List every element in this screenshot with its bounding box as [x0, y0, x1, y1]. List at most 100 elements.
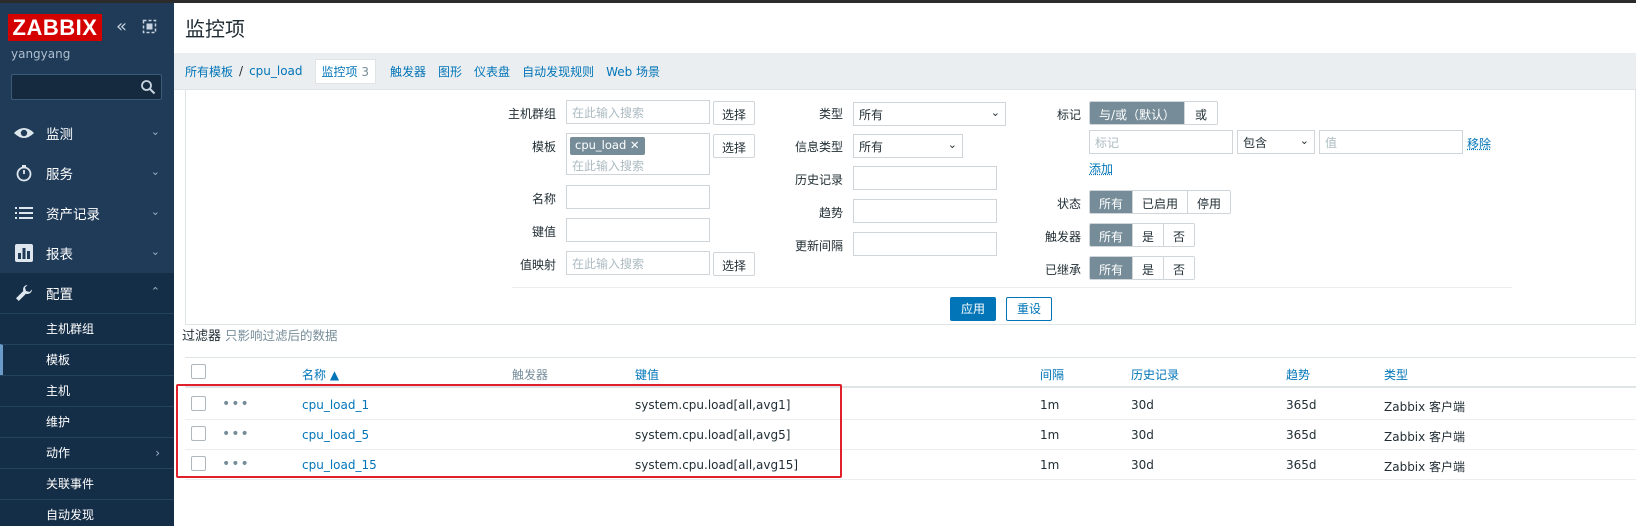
more-options-icon[interactable]: •••: [222, 456, 250, 472]
item-name-link[interactable]: cpu_load_1: [302, 398, 369, 412]
state-option-all[interactable]: 所有: [1090, 191, 1132, 213]
tab-items[interactable]: 监控项 3: [315, 59, 376, 84]
key-label: 键值: [476, 223, 556, 240]
submenu-item-templates[interactable]: 模板: [0, 344, 174, 375]
template-label: 模板: [476, 138, 556, 155]
tag-value-input[interactable]: 值: [1319, 130, 1463, 154]
chevron-down-icon: ⌄: [151, 205, 160, 218]
tags-or-option[interactable]: 或: [1184, 102, 1217, 124]
submenu-label: 动作: [46, 446, 70, 460]
main-menu: 监测 ⌄ 服务 ⌄ 资产记录 ⌄ 报表 ⌄ 配置 ⌃ 主机群组 模板 主机 维护…: [0, 113, 174, 526]
zabbix-logo[interactable]: ZABBIX: [8, 14, 102, 41]
item-history: 30d: [1131, 458, 1154, 472]
tags-evaltype-toggle[interactable]: 与/或（默认） 或: [1089, 101, 1218, 125]
tab-discovery-rules[interactable]: 自动发现规则: [522, 63, 594, 80]
more-options-icon[interactable]: •••: [222, 396, 250, 412]
breadcrumb: 所有模板 / cpu_load 监控项 3 触发器 图形 仪表盘 自动发现规则 …: [174, 53, 1636, 90]
main-content: 监控项 所有模板 / cpu_load 监控项 3 触发器 图形 仪表盘 自动发…: [174, 3, 1636, 526]
filter-caption-label: 过滤器: [182, 329, 221, 344]
table-row: ••• cpu_load_5 system.cpu.load[all,avg5]…: [185, 420, 1636, 450]
state-option-disabled[interactable]: 停用: [1187, 191, 1230, 213]
template-select-button[interactable]: 选择: [713, 134, 755, 158]
tag-operator-select[interactable]: 包含 ⌄: [1237, 130, 1315, 154]
inherited-toggle[interactable]: 所有 是 否: [1089, 256, 1195, 280]
items-table: 名称 ▲ 触发器 键值 间隔 历史记录 趋势 类型 ••• cpu_load_1…: [185, 357, 1636, 526]
history-input[interactable]: [853, 166, 997, 190]
template-tag[interactable]: cpu_load ✕: [570, 137, 645, 155]
trends-input[interactable]: [853, 199, 997, 223]
menu-item-services[interactable]: 服务 ⌄: [0, 153, 174, 193]
valuemap-select-button[interactable]: 选择: [713, 252, 755, 276]
submenu-item-maintenance[interactable]: 维护: [0, 406, 174, 437]
template-multiselect[interactable]: cpu_load ✕ 在此输入搜索: [566, 133, 710, 175]
state-option-enabled[interactable]: 已启用: [1132, 191, 1187, 213]
menu-item-inventory[interactable]: 资产记录 ⌄: [0, 193, 174, 233]
menu-item-configuration[interactable]: 配置 ⌃: [0, 273, 174, 313]
kiosk-mode-icon[interactable]: [142, 19, 157, 34]
stopwatch-icon: [12, 162, 36, 184]
row-checkbox[interactable]: [191, 426, 206, 441]
sidebar: ZABBIX « yangyang 监测 ⌄ 服务 ⌄ 资产记录 ⌄ 报表 ⌄ …: [0, 3, 174, 526]
valuemap-input[interactable]: 在此输入搜索: [566, 251, 710, 275]
host-group-select-button[interactable]: 选择: [713, 101, 755, 125]
inherited-label: 已继承: [1001, 261, 1081, 278]
interval-input[interactable]: [853, 232, 997, 256]
trigger-toggle[interactable]: 所有 是 否: [1089, 223, 1195, 247]
submenu-item-host-groups[interactable]: 主机群组: [0, 313, 174, 344]
more-options-icon[interactable]: •••: [222, 426, 250, 442]
row-checkbox[interactable]: [191, 396, 206, 411]
breadcrumb-all-templates[interactable]: 所有模板: [185, 63, 233, 80]
type-select[interactable]: 所有 ⌄: [853, 102, 1006, 126]
key-input[interactable]: [566, 218, 710, 242]
tag-add-link[interactable]: 添加: [1089, 160, 1113, 177]
apply-button[interactable]: 应用: [950, 297, 996, 321]
state-toggle[interactable]: 所有 已启用 停用: [1089, 190, 1231, 214]
column-header-key[interactable]: 键值: [635, 366, 659, 383]
submenu-item-actions[interactable]: 动作 ›: [0, 437, 174, 468]
menu-item-reports[interactable]: 报表 ⌄: [0, 233, 174, 273]
item-type: Zabbix 客户端: [1384, 428, 1465, 445]
username: yangyang: [11, 47, 70, 61]
collapse-sidebar-icon[interactable]: «: [116, 17, 134, 37]
column-header-interval[interactable]: 间隔: [1040, 366, 1064, 383]
filter-tab[interactable]: 过滤器 只影响过滤后的数据: [182, 325, 338, 344]
row-checkbox[interactable]: [191, 456, 206, 471]
item-name-link[interactable]: cpu_load_5: [302, 428, 369, 442]
inherited-option-all[interactable]: 所有: [1090, 257, 1132, 279]
item-trends: 365d: [1286, 458, 1317, 472]
tag-name-input[interactable]: 标记: [1089, 130, 1233, 154]
filter-divider: [512, 287, 1512, 288]
inherited-option-no[interactable]: 否: [1163, 257, 1194, 279]
submenu-item-discovery[interactable]: 自动发现: [0, 499, 174, 526]
submenu-item-hosts[interactable]: 主机: [0, 375, 174, 406]
name-input[interactable]: [566, 185, 710, 209]
item-trends: 365d: [1286, 428, 1317, 442]
chevron-down-icon: ⌄: [991, 106, 1000, 119]
host-group-input[interactable]: 在此输入搜索: [566, 100, 710, 124]
column-header-name[interactable]: 名称 ▲: [302, 366, 339, 383]
tags-and-or-option[interactable]: 与/或（默认）: [1090, 102, 1184, 124]
sidebar-search-input[interactable]: [11, 74, 162, 100]
tab-web-scenarios[interactable]: Web 场景: [606, 63, 660, 80]
reset-button[interactable]: 重设: [1006, 297, 1052, 321]
trigger-option-no[interactable]: 否: [1163, 224, 1194, 246]
tab-triggers[interactable]: 触发器: [390, 63, 426, 80]
item-name-link[interactable]: cpu_load_15: [302, 458, 377, 472]
close-icon[interactable]: ✕: [630, 138, 640, 152]
info-type-select[interactable]: 所有 ⌄: [853, 134, 963, 158]
submenu-item-event-correlation[interactable]: 关联事件: [0, 468, 174, 499]
column-header-history[interactable]: 历史记录: [1131, 366, 1179, 383]
bar-chart-icon: [12, 242, 36, 264]
breadcrumb-template[interactable]: cpu_load: [249, 64, 302, 78]
menu-item-monitoring[interactable]: 监测 ⌄: [0, 113, 174, 153]
tab-graphs[interactable]: 图形: [438, 63, 462, 80]
tag-remove-link[interactable]: 移除: [1467, 135, 1491, 152]
search-icon[interactable]: [140, 79, 156, 95]
select-all-checkbox[interactable]: [191, 364, 206, 379]
trigger-option-all[interactable]: 所有: [1090, 224, 1132, 246]
trigger-option-yes[interactable]: 是: [1132, 224, 1163, 246]
inherited-option-yes[interactable]: 是: [1132, 257, 1163, 279]
column-header-type[interactable]: 类型: [1384, 366, 1408, 383]
column-header-trends[interactable]: 趋势: [1286, 366, 1310, 383]
tab-dashboards[interactable]: 仪表盘: [474, 63, 510, 80]
